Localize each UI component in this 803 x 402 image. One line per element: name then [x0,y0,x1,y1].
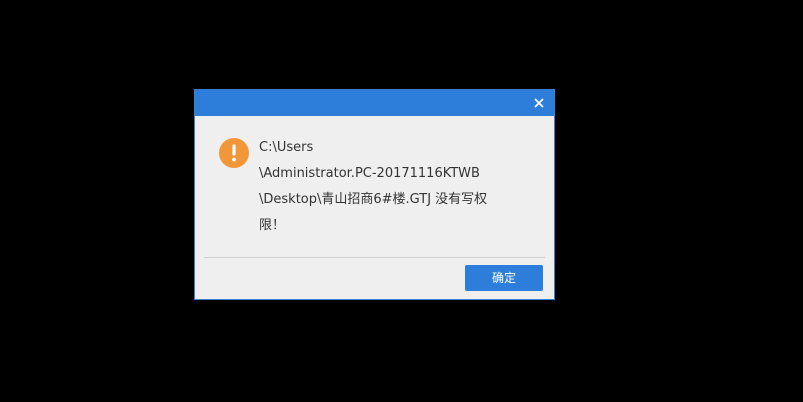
ok-button[interactable]: 确定 [465,265,543,291]
error-dialog: C:\Users \Administrator.PC-20171116KTWB … [194,89,555,300]
error-message: C:\Users \Administrator.PC-20171116KTWB … [259,135,521,239]
message-line: \Desktop\青山招商6#楼.GTJ 没有写权 [259,192,488,207]
footer-divider [204,257,545,258]
close-icon [534,98,544,108]
message-line: \Administrator.PC-20171116KTWB [259,166,480,181]
dialog-titlebar[interactable] [195,90,554,116]
exclamation-warning-icon [219,138,249,168]
message-line: 限！ [259,218,286,233]
close-button[interactable] [524,90,554,116]
message-line: C:\Users [259,140,314,155]
